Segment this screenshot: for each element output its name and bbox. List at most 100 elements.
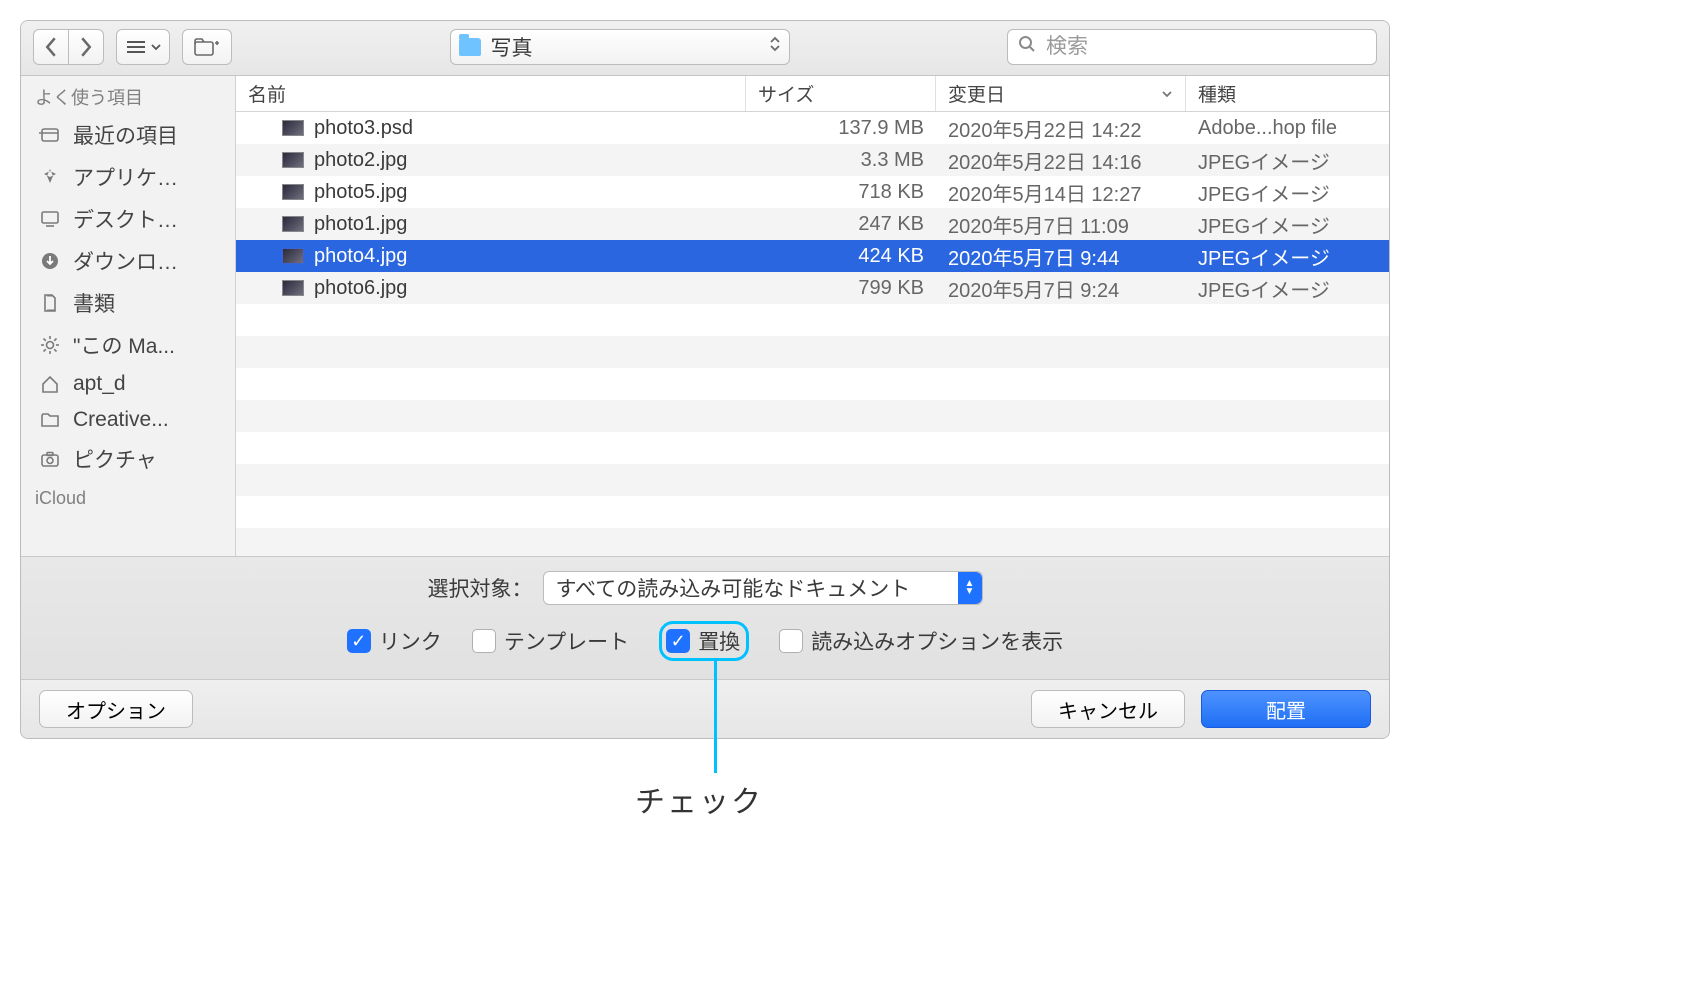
file-kind: JPEGイメージ [1186, 146, 1389, 175]
empty-row [236, 400, 1389, 432]
toolbar: 写真 [21, 21, 1389, 76]
file-row[interactable]: photo4.jpg424 KB2020年5月7日 9:44JPEGイメージ [236, 240, 1389, 272]
desktop-icon [37, 208, 63, 230]
sidebar-item-folder[interactable]: Creative... [21, 402, 235, 438]
file-name: photo6.jpg [314, 277, 407, 300]
new-folder-button[interactable] [182, 29, 232, 65]
sidebar-item-label: 書類 [73, 288, 115, 318]
enable-dropdown-value: すべての読み込み可能なドキュメント [544, 573, 958, 603]
file-row[interactable]: photo2.jpg 3.3 MB2020年5月22日 14:16JPEGイメージ [236, 144, 1389, 176]
file-list: photo3.psd137.9 MB2020年5月22日 14:22Adobe.… [236, 112, 1389, 556]
column-headers: 名前 サイズ 変更日 種類 [236, 76, 1389, 112]
sidebar: よく使う項目 最近の項目アプリケ… デスクト… ダウンロ… 書類 "この Ma... ap… [21, 76, 236, 556]
file-size: 3.3 MB [746, 149, 936, 172]
sidebar-item-home[interactable]: apt_d [21, 366, 235, 402]
file-date: 2020年5月22日 14:16 [936, 146, 1186, 175]
file-kind: JPEGイメージ [1186, 178, 1389, 207]
location-popup[interactable]: 写真 [450, 29, 790, 65]
file-thumb-icon [282, 248, 304, 264]
list-view-icon [125, 39, 147, 55]
file-size: 799 KB [746, 277, 936, 300]
sidebar-item-label: ダウンロ… [73, 246, 178, 276]
footer: オプション キャンセル 配置 [21, 679, 1389, 738]
file-thumb-icon [282, 216, 304, 232]
search-field-wrapper [1007, 29, 1377, 65]
home-icon [37, 373, 63, 395]
enable-label: 選択対象： [428, 573, 533, 603]
file-date: 2020年5月7日 9:44 [936, 242, 1186, 271]
sidebar-item-camera[interactable]: ピクチャ [21, 438, 235, 480]
empty-row [236, 464, 1389, 496]
sidebar-item-docs[interactable]: 書類 [21, 282, 235, 324]
col-kind[interactable]: 種類 [1186, 76, 1389, 111]
main-area: よく使う項目 最近の項目アプリケ… デスクト… ダウンロ… 書類 "この Ma... ap… [21, 76, 1389, 556]
forward-button[interactable] [68, 29, 104, 65]
sidebar-group-favorites: よく使う項目 [21, 76, 235, 114]
file-name: photo2.jpg [314, 149, 407, 172]
file-thumb-icon [282, 280, 304, 296]
file-kind: JPEGイメージ [1186, 274, 1389, 303]
sidebar-item-label: 最近の項目 [73, 120, 178, 150]
dropdown-arrows-icon: ▲▼ [958, 572, 982, 604]
sidebar-item-download[interactable]: ダウンロ… [21, 240, 235, 282]
file-size: 718 KB [746, 181, 936, 204]
camera-icon [37, 448, 63, 470]
file-size: 424 KB [746, 245, 936, 268]
empty-row [236, 368, 1389, 400]
highlight-ring: ✓ 置換 [659, 621, 749, 661]
updown-icon [769, 35, 781, 59]
sidebar-item-label: "この Ma... [73, 330, 175, 360]
view-menu-button[interactable] [116, 29, 170, 65]
folder-icon [37, 409, 63, 431]
annotation-label: チェック [635, 777, 763, 821]
sidebar-item-recent[interactable]: 最近の項目 [21, 114, 235, 156]
file-name: photo4.jpg [314, 245, 407, 268]
cancel-button[interactable]: キャンセル [1031, 690, 1185, 728]
sidebar-item-apps[interactable]: アプリケ… [21, 156, 235, 198]
template-checkbox[interactable]: テンプレート [472, 626, 629, 656]
sidebar-item-label: Creative... [73, 408, 169, 432]
sidebar-item-label: ピクチャ [73, 444, 157, 474]
search-input[interactable] [1044, 34, 1366, 60]
col-size[interactable]: サイズ [746, 76, 936, 111]
sidebar-item-desktop[interactable]: デスクト… [21, 198, 235, 240]
back-button[interactable] [33, 29, 68, 65]
sidebar-item-label: apt_d [73, 372, 126, 396]
file-row[interactable]: photo5.jpg718 KB2020年5月14日 12:27JPEGイメージ [236, 176, 1389, 208]
options-pane: 選択対象： すべての読み込み可能なドキュメント ▲▼ ✓ リンク テンプレート … [21, 556, 1389, 679]
file-name: photo3.psd [314, 117, 413, 140]
checkbox-row: ✓ リンク テンプレート ✓ 置換 読み込みオプションを表示 [31, 621, 1379, 661]
file-name: photo1.jpg [314, 213, 407, 236]
folder-icon [459, 38, 481, 56]
file-size: 247 KB [746, 213, 936, 236]
show-import-options-checkbox[interactable]: 読み込みオプションを表示 [779, 626, 1063, 656]
link-checkbox[interactable]: ✓ リンク [347, 626, 442, 656]
file-date: 2020年5月7日 11:09 [936, 210, 1186, 239]
sidebar-item-label: デスクト… [73, 204, 178, 234]
enable-row: 選択対象： すべての読み込み可能なドキュメント ▲▼ [31, 571, 1379, 605]
sidebar-item-gear[interactable]: "この Ma... [21, 324, 235, 366]
file-date: 2020年5月22日 14:22 [936, 114, 1186, 143]
file-name: photo5.jpg [314, 181, 407, 204]
download-icon [37, 250, 63, 272]
annotation-leader-line [714, 661, 717, 773]
col-name[interactable]: 名前 [236, 76, 746, 111]
sort-desc-icon [1161, 83, 1173, 105]
col-modified[interactable]: 変更日 [936, 76, 1186, 111]
file-row[interactable]: photo6.jpg 799 KB2020年5月7日 9:24JPEGイメージ [236, 272, 1389, 304]
empty-row [236, 528, 1389, 556]
file-size: 137.9 MB [746, 117, 936, 140]
nav-segment [33, 29, 104, 65]
apps-icon [37, 166, 63, 188]
options-button[interactable]: オプション [39, 690, 193, 728]
empty-row [236, 432, 1389, 464]
empty-row [236, 304, 1389, 336]
recent-icon [37, 124, 63, 146]
file-row[interactable]: photo3.psd137.9 MB2020年5月22日 14:22Adobe.… [236, 112, 1389, 144]
replace-checkbox[interactable]: ✓ 置換 [666, 626, 740, 656]
file-row[interactable]: photo1.jpg247 KB2020年5月7日 11:09JPEGイメージ [236, 208, 1389, 240]
enable-dropdown[interactable]: すべての読み込み可能なドキュメント ▲▼ [543, 571, 983, 605]
chevron-down-icon [151, 43, 161, 51]
file-date: 2020年5月7日 9:24 [936, 274, 1186, 303]
place-button[interactable]: 配置 [1201, 690, 1371, 728]
